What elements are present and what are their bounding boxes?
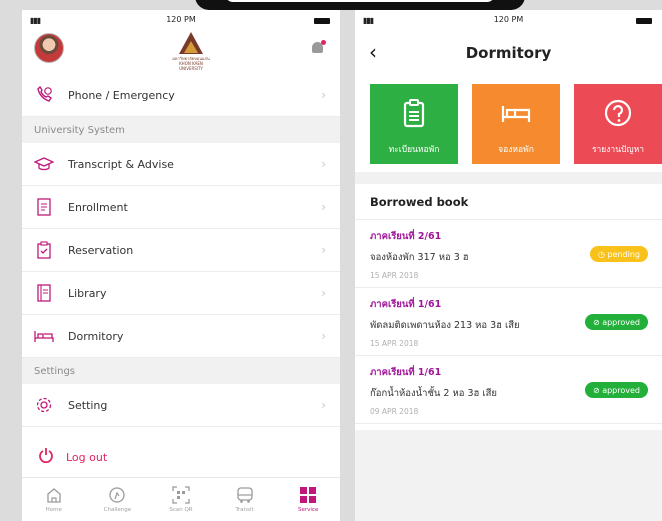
tab-label: Home bbox=[45, 507, 62, 513]
tab-home[interactable]: Home bbox=[22, 478, 86, 521]
menu-item-label: Enrollment bbox=[68, 200, 128, 214]
empty-area bbox=[355, 430, 662, 521]
dorm-booking-tile[interactable]: จองหอพัก bbox=[472, 84, 560, 164]
dormitory-action-tiles: ทะเบียนหอพัก จองหอพัก รายงานปัญหา bbox=[355, 84, 662, 172]
document-icon bbox=[34, 197, 54, 217]
section-divider bbox=[355, 172, 662, 184]
status-bar: ▮▮▮ 120 PM bbox=[355, 10, 662, 30]
menu-item-label: Setting bbox=[68, 398, 108, 412]
clipboard-icon bbox=[403, 99, 425, 128]
tab-label: Challenge bbox=[103, 507, 132, 513]
status-time: 120 PM bbox=[493, 15, 524, 24]
list-item[interactable]: ภาคเรียนที่ 1/61 ก๊อกน้ำห้องน้ำชั้น 2 หอ… bbox=[355, 356, 662, 424]
status-bar: ▮▮▮ 120 PM bbox=[22, 10, 340, 30]
grid-icon bbox=[300, 487, 317, 503]
status-badge: ⊘ approved bbox=[584, 314, 648, 330]
entry-date: 15 APR 2018 bbox=[370, 339, 419, 348]
chevron-right-icon: › bbox=[321, 286, 326, 300]
clock-icon: ◷ bbox=[597, 249, 608, 259]
menu-item-label: Reservation bbox=[68, 243, 134, 257]
menu-item-label: Transcript & Advise bbox=[68, 157, 174, 171]
status-badge: ⊘ approved bbox=[584, 382, 648, 398]
menu-item-enrollment[interactable]: Enrollment › bbox=[22, 186, 340, 229]
menu-item-reservation[interactable]: Reservation › bbox=[22, 229, 340, 272]
chevron-right-icon: › bbox=[321, 88, 326, 102]
device-notch bbox=[195, 0, 525, 10]
dorm-registration-tile[interactable]: ทะเบียนหอพัก bbox=[370, 84, 458, 164]
page-title: Dormitory bbox=[465, 44, 552, 62]
section-header-settings: Settings bbox=[22, 358, 340, 384]
logout-label: Log out bbox=[66, 450, 108, 464]
tab-label: Scan QR bbox=[169, 507, 193, 513]
status-label: approved bbox=[602, 385, 640, 395]
bus-icon bbox=[236, 487, 253, 503]
menu-item-label: Dormitory bbox=[68, 329, 124, 343]
chevron-right-icon: › bbox=[321, 398, 326, 412]
tab-challenge[interactable]: Challenge bbox=[86, 478, 150, 521]
menu-item-library[interactable]: Library › bbox=[22, 272, 340, 315]
entry-term: ภาคเรียนที่ 2/61 bbox=[370, 231, 442, 242]
tile-label: รายงานปัญหา bbox=[591, 145, 645, 155]
tile-label: ทะเบียนหอพัก bbox=[388, 145, 440, 155]
check-circle-icon: ⊘ bbox=[592, 317, 603, 327]
tab-transit[interactable]: Transit bbox=[213, 478, 277, 521]
check-circle-icon: ⊘ bbox=[592, 385, 603, 395]
clipboard-check-icon bbox=[34, 240, 54, 260]
screenshot-stage: ▮▮▮ 120 PM มหาวิทยาลัยขอนแก่น KHON KAEN U… bbox=[0, 0, 662, 521]
university-logo: มหาวิทยาลัยขอนแก่น KHON KAEN UNIVERSITY bbox=[169, 32, 213, 71]
bed-icon bbox=[501, 106, 531, 122]
menu-item-dormitory[interactable]: Dormitory › bbox=[22, 315, 340, 358]
book-icon bbox=[34, 283, 54, 303]
status-label: approved bbox=[602, 317, 640, 327]
menu-item-transcript-advise[interactable]: Transcript & Advise › bbox=[22, 143, 340, 186]
chevron-right-icon: › bbox=[321, 157, 326, 171]
challenge-icon bbox=[109, 487, 126, 503]
graduation-cap-icon bbox=[34, 154, 54, 174]
bottom-tab-bar: Home Challenge Scan QR Transit Service bbox=[22, 477, 340, 521]
menu-item-label: Phone / Emergency bbox=[68, 88, 175, 102]
tab-scan-qr[interactable]: Scan QR bbox=[149, 478, 213, 521]
gear-icon bbox=[34, 395, 54, 415]
entry-term: ภาคเรียนที่ 1/61 bbox=[370, 367, 442, 378]
status-label: pending bbox=[607, 249, 640, 259]
menu-item-setting[interactable]: Setting › bbox=[22, 384, 340, 427]
list-item[interactable]: ภาคเรียนที่ 2/61 จองห้องพัก 317 หอ 3 ฮ 1… bbox=[355, 220, 662, 288]
tab-label: Transit bbox=[235, 507, 254, 513]
entry-date: 15 APR 2018 bbox=[370, 271, 419, 280]
borrowed-book-heading: Borrowed book bbox=[355, 184, 662, 220]
question-icon bbox=[604, 99, 632, 127]
problem-report-tile[interactable]: รายงานปัญหา bbox=[574, 84, 662, 164]
chevron-right-icon: › bbox=[321, 243, 326, 257]
battery-icon bbox=[314, 18, 330, 24]
battery-icon bbox=[636, 18, 652, 24]
status-time: 120 PM bbox=[166, 15, 196, 24]
entry-date: 09 APR 2018 bbox=[370, 407, 419, 416]
notification-bell-icon[interactable] bbox=[310, 40, 326, 56]
menu-item-label: Library bbox=[68, 286, 107, 300]
chevron-right-icon: › bbox=[321, 200, 326, 214]
logout-button[interactable]: Log out bbox=[22, 439, 340, 475]
tab-label: Service bbox=[298, 507, 319, 513]
phone-icon bbox=[34, 85, 54, 105]
list-item[interactable]: ภาคเรียนที่ 1/61 พัดลมติดเพดานห้อง 213 ห… bbox=[355, 288, 662, 356]
top-bar: มหาวิทยาลัยขอนแก่น KHON KAEN UNIVERSITY bbox=[22, 30, 340, 74]
menu-item-phone-emergency[interactable]: Phone / Emergency › bbox=[22, 74, 340, 117]
service-menu-screen: ▮▮▮ 120 PM มหาวิทยาลัยขอนแก่น KHON KAEN U… bbox=[22, 10, 340, 521]
dormitory-screen: ▮▮▮ 120 PM ‹ Dormitory ทะเบียนหอพัก จองห… bbox=[355, 10, 662, 521]
status-badge: ◷ pending bbox=[589, 246, 648, 262]
nav-header: ‹ Dormitory bbox=[355, 30, 662, 74]
bed-icon bbox=[34, 326, 54, 346]
home-icon bbox=[47, 488, 61, 503]
qr-icon bbox=[172, 486, 190, 504]
tab-service[interactable]: Service bbox=[276, 478, 340, 521]
tile-label: จองหอพัก bbox=[498, 145, 534, 155]
chevron-right-icon: › bbox=[321, 329, 326, 343]
entry-term: ภาคเรียนที่ 1/61 bbox=[370, 299, 442, 310]
power-icon bbox=[38, 447, 54, 467]
section-header-university-system: University System bbox=[22, 117, 340, 143]
avatar[interactable] bbox=[34, 33, 64, 63]
